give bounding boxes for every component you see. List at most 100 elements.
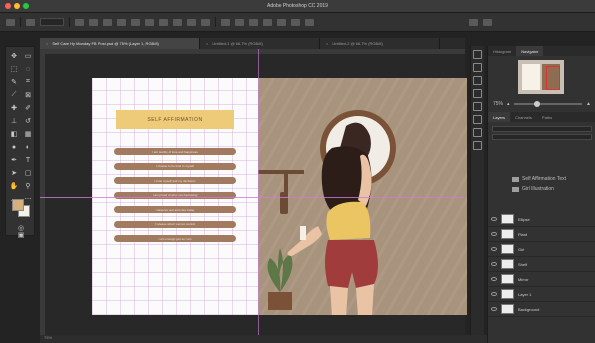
eyedropper-tool-icon[interactable]: ⟋	[8, 90, 20, 100]
distribute-horizontal-icon[interactable]	[173, 18, 182, 26]
home-icon[interactable]	[6, 18, 15, 26]
tab-histogram[interactable]: Histogram	[488, 46, 516, 56]
more-options-icon[interactable]	[201, 18, 210, 26]
brush-tool-icon[interactable]: ✐	[22, 103, 34, 113]
layer-list: Ellipse Plant Girl Shelf Mirror Layer 1 Backgr…	[488, 212, 595, 317]
search-icon[interactable]	[469, 18, 478, 26]
gradient-tool-icon[interactable]: ▦	[22, 129, 34, 139]
horizontal-guide[interactable]	[40, 197, 465, 198]
shape-tool-icon[interactable]: ▢	[22, 168, 34, 178]
libraries-icon[interactable]	[473, 141, 482, 150]
path-select-icon[interactable]: ➤	[8, 168, 20, 178]
brush-settings-icon[interactable]	[473, 76, 482, 85]
marquee-tool-icon[interactable]: ⬚	[8, 64, 20, 74]
document-tab[interactable]: × Untitled-1 @ 66.7% (RGB/8)	[200, 38, 320, 49]
layer-row[interactable]: Mirror	[488, 272, 595, 287]
move-tool-icon[interactable]: ✥	[8, 51, 20, 61]
roll-3d-icon[interactable]	[249, 18, 258, 26]
vertical-ruler[interactable]	[40, 49, 45, 335]
navigator-tabs: Histogram Navigator	[488, 46, 595, 56]
character-icon[interactable]	[473, 89, 482, 98]
align-left-icon[interactable]	[75, 18, 84, 26]
lasso-tool-icon[interactable]: ◌	[22, 64, 34, 74]
layer-row[interactable]: Ellipse	[488, 212, 595, 227]
tab-navigator[interactable]: Navigator	[516, 46, 544, 56]
tab-layers[interactable]: Layers	[488, 112, 511, 122]
layer-name: Layer 1	[518, 291, 532, 297]
document-tab[interactable]: × Self Care Hy Monday FB Post.psd @ 75% (…	[40, 38, 200, 49]
layer-row[interactable]: Layer 1	[488, 287, 595, 302]
foreground-color-swatch[interactable]	[12, 199, 24, 211]
crop-tool-icon[interactable]: ⌗	[22, 77, 34, 87]
rotate-3d-icon[interactable]	[235, 18, 244, 26]
layer-filter[interactable]	[492, 126, 592, 132]
camera-icon[interactable]	[305, 18, 314, 26]
align-right-icon[interactable]	[103, 18, 112, 26]
pen-tool-icon[interactable]: ✒	[8, 155, 20, 165]
align-middle-icon[interactable]	[131, 18, 140, 26]
options-bar	[0, 13, 595, 32]
zoom-out-icon[interactable]: ▴	[507, 101, 510, 107]
layer-group[interactable]: Girl Illustration	[500, 184, 566, 194]
horizontal-ruler[interactable]	[40, 49, 465, 54]
3d-mode-icon[interactable]	[221, 18, 230, 26]
type-tool-icon[interactable]: T	[22, 155, 34, 165]
layer-row[interactable]: Plant	[488, 227, 595, 242]
workspace-icon[interactable]	[483, 18, 492, 26]
slide-3d-icon[interactable]	[277, 18, 286, 26]
zoom-slider[interactable]	[513, 101, 583, 107]
vertical-guide[interactable]	[258, 49, 259, 335]
visibility-eye-icon[interactable]	[491, 217, 497, 221]
dodge-tool-icon[interactable]: ◐	[22, 142, 34, 152]
drag-3d-icon[interactable]	[263, 18, 272, 26]
view-box[interactable]	[546, 66, 560, 90]
history-icon[interactable]	[473, 50, 482, 59]
distribute-icon[interactable]	[159, 18, 168, 26]
align-top-icon[interactable]	[117, 18, 126, 26]
layer-row[interactable]: Background	[488, 302, 595, 317]
paragraph-icon[interactable]	[473, 102, 482, 111]
healing-brush-icon[interactable]: ✚	[8, 103, 20, 113]
move-tool-options-icon[interactable]	[26, 18, 35, 26]
layer-group[interactable]: Self Affirmation Text	[500, 174, 566, 184]
layer-row[interactable]: Girl	[488, 242, 595, 257]
navigator-preview[interactable]	[518, 60, 564, 94]
auto-select-dropdown[interactable]	[40, 18, 64, 26]
artboard-tool-icon[interactable]: ▭	[22, 51, 34, 61]
layer-row[interactable]: Shelf	[488, 257, 595, 272]
zoom-slider-knob[interactable]	[533, 101, 540, 107]
blend-mode-select[interactable]	[492, 134, 592, 140]
align-center-icon[interactable]	[89, 18, 98, 26]
zoom-tool-icon[interactable]: ⚲	[22, 181, 34, 191]
zoom-value[interactable]: 75%	[493, 101, 503, 107]
visibility-eye-icon[interactable]	[491, 292, 497, 296]
close-tab-icon[interactable]: ×	[326, 41, 328, 46]
visibility-eye-icon[interactable]	[491, 307, 497, 311]
history-brush-icon[interactable]: ↺	[22, 116, 34, 126]
properties-icon[interactable]	[473, 63, 482, 72]
close-tab-icon[interactable]: ×	[206, 41, 208, 46]
scale-3d-icon[interactable]	[291, 18, 300, 26]
tab-paths[interactable]: Paths	[537, 112, 557, 122]
tab-channels[interactable]: Channels	[510, 112, 537, 122]
document-tab[interactable]: × Untitled-2 @ 66.7% (RGB/8)	[320, 38, 440, 49]
clone-stamp-icon[interactable]: ⊥	[8, 116, 20, 126]
align-bottom-icon[interactable]	[145, 18, 154, 26]
close-tab-icon[interactable]: ×	[46, 41, 48, 46]
affirmation-header: SELF AFFIRMATION	[116, 110, 234, 129]
frame-tool-icon[interactable]: ⊠	[22, 90, 34, 100]
zoom-in-icon[interactable]: ▲	[586, 101, 591, 107]
distribute-vertical-icon[interactable]	[187, 18, 196, 26]
eraser-tool-icon[interactable]: ◧	[8, 129, 20, 139]
visibility-eye-icon[interactable]	[491, 262, 497, 266]
visibility-eye-icon[interactable]	[491, 277, 497, 281]
glyphs-icon[interactable]	[473, 115, 482, 124]
quick-select-tool-icon[interactable]: ✎	[8, 77, 20, 87]
visibility-eye-icon[interactable]	[491, 232, 497, 236]
visibility-eye-icon[interactable]	[491, 247, 497, 251]
blur-tool-icon[interactable]: ●	[8, 142, 20, 152]
adjustments-icon[interactable]	[473, 128, 482, 137]
affirmation-pill: I am enough just as I am	[114, 235, 236, 242]
screen-mode-icon[interactable]: ▣	[15, 230, 27, 240]
hand-tool-icon[interactable]: ✋	[8, 181, 20, 191]
